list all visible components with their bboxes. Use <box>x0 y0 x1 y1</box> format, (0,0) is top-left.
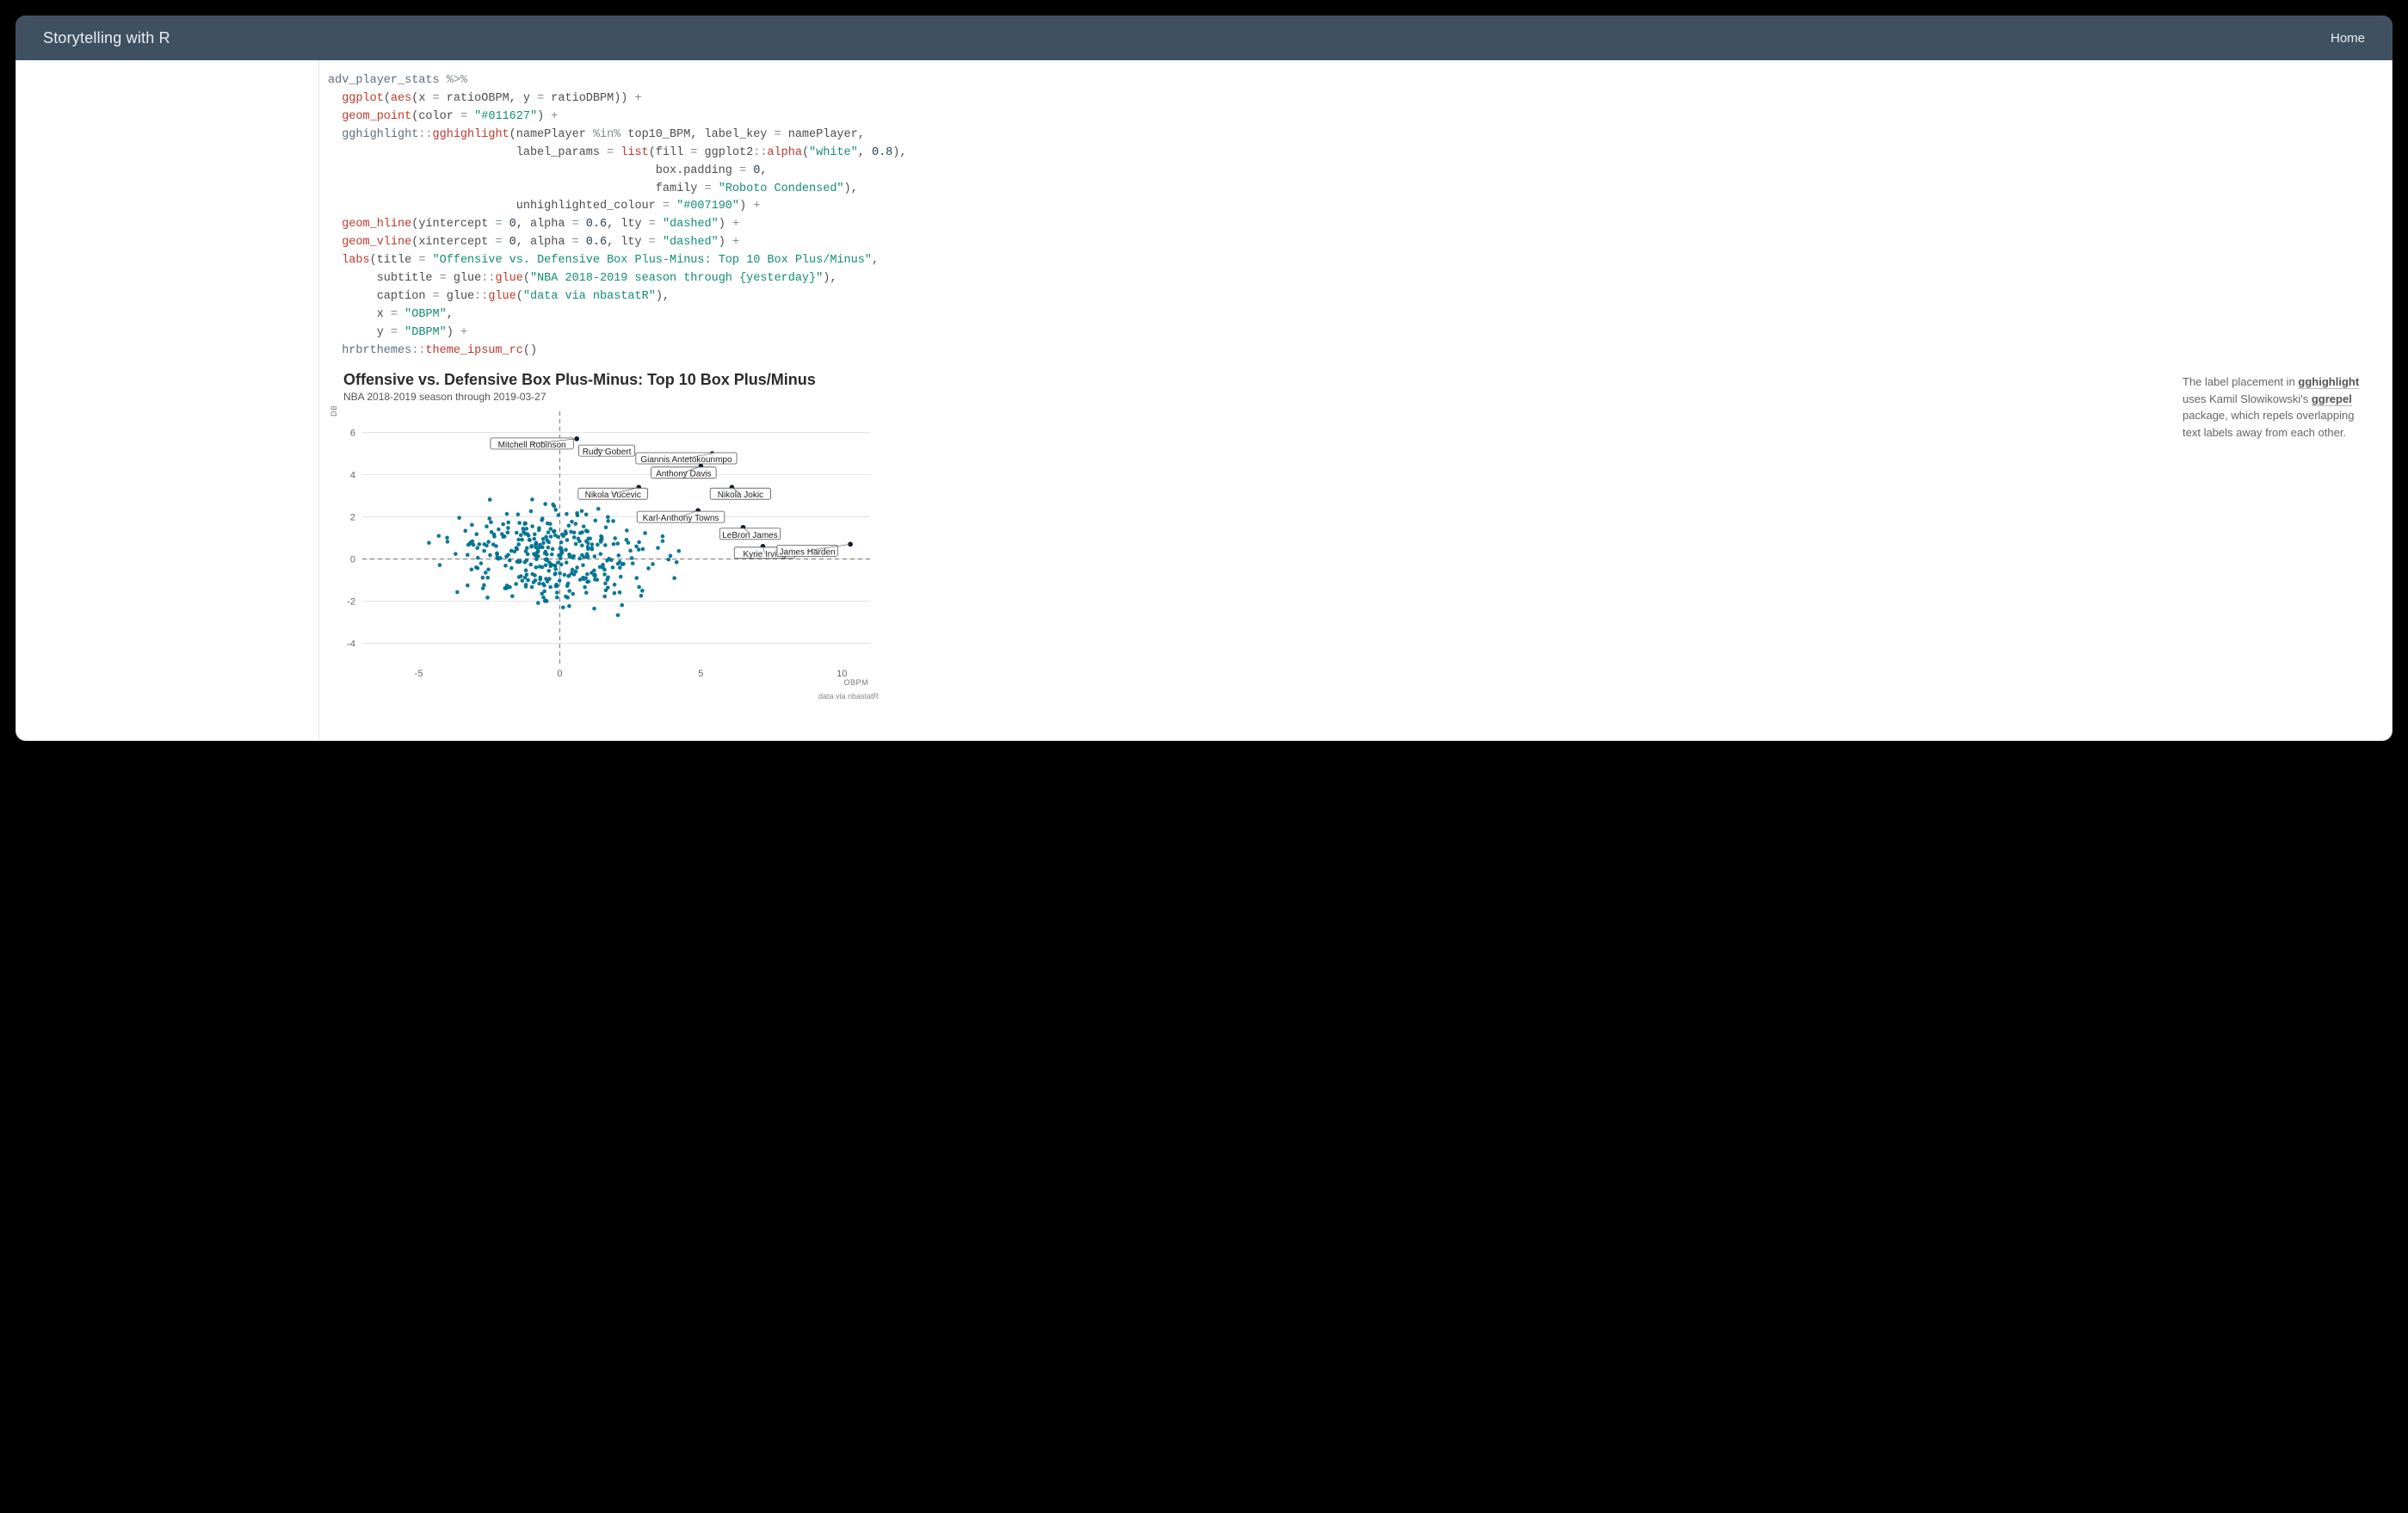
svg-text:0: 0 <box>350 554 355 565</box>
chart-label: James Harden <box>780 547 836 557</box>
svg-text:OBPM: OBPM <box>843 678 868 687</box>
chart-caption: data via nbastatR <box>328 692 882 701</box>
left-margin <box>15 60 319 741</box>
home-link[interactable]: Home <box>2331 31 2365 46</box>
chart-title: Offensive vs. Defensive Box Plus-Minus: … <box>343 371 879 389</box>
svg-text:-5: -5 <box>415 669 423 679</box>
sidenote-prefix: The label placement in <box>2183 375 2298 388</box>
chart-label: Anthony Davis <box>656 469 711 479</box>
top-navbar: Storytelling with R Home <box>15 15 2393 60</box>
svg-text:5: 5 <box>698 669 703 679</box>
sidenote-mid: uses Kamil Slowikowski's <box>2183 392 2312 405</box>
svg-text:-2: -2 <box>347 596 355 607</box>
chart-label: Rudy Gobert <box>583 448 632 457</box>
page-content: adv_player_stats %>% ggplot(aes(x = rati… <box>15 60 2393 741</box>
chart-label: Karl-Anthony Towns <box>643 514 719 523</box>
svg-text:DBPM: DBPM <box>330 406 338 417</box>
sidenote-bold2: ggrepel <box>2312 392 2352 406</box>
svg-text:0: 0 <box>557 669 562 679</box>
svg-text:4: 4 <box>350 470 355 480</box>
sidenote-suffix: package, which repels overlapping text l… <box>2183 409 2354 439</box>
chart-label: Giannis Antetokounmpo <box>640 455 732 465</box>
code-block: adv_player_stats %>% ggplot(aes(x = rati… <box>328 71 2176 361</box>
svg-text:6: 6 <box>350 428 355 438</box>
chart-label: LeBron James <box>722 531 777 540</box>
chart-svg: -4-20246-50510OBPMDBPMMitchell RobinsonR… <box>328 406 879 690</box>
main-column: adv_player_stats %>% ggplot(aes(x = rati… <box>319 60 2176 741</box>
chart-subtitle: NBA 2018-2019 season through 2019-03-27 <box>343 391 879 403</box>
svg-text:-4: -4 <box>347 639 355 649</box>
sidenote-bold1: gghighlight <box>2298 375 2359 389</box>
svg-text:2: 2 <box>350 512 355 522</box>
side-note-body: The label placement in gghighlight uses … <box>2183 374 2372 441</box>
side-note: The label placement in gghighlight uses … <box>2176 60 2393 741</box>
chart-label: Mitchell Robinson <box>498 441 566 450</box>
site-title: Storytelling with R <box>43 29 170 47</box>
chart-label: Nikola Jokic <box>718 491 763 500</box>
chart-label: Nikola Vucevic <box>585 491 641 500</box>
chart-block: Offensive vs. Defensive Box Plus-Minus: … <box>328 371 879 701</box>
